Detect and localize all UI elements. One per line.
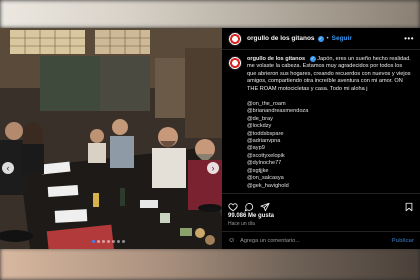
carousel-dot — [97, 240, 100, 243]
handle-link[interactable]: @on_the_roam — [247, 101, 411, 108]
bookmark-icon[interactable] — [404, 199, 414, 211]
handle-link[interactable]: @dylnoche77 — [247, 160, 411, 167]
separator-dot: • — [326, 35, 329, 42]
post-side-panel: orgullo de los gitanos ✓ • Seguir ••• or… — [222, 28, 420, 249]
share-icon[interactable] — [260, 199, 270, 211]
caption-body: orgullo de los gitanos ✓ Japón, eres un … — [247, 56, 411, 193]
handle-link[interactable]: @de_bray — [247, 116, 411, 123]
carousel-dot — [117, 240, 120, 243]
post-actions — [222, 193, 420, 213]
chevron-left-icon[interactable]: ‹ — [2, 162, 14, 174]
follow-button[interactable]: Seguir — [332, 35, 352, 42]
caption-area: orgullo de los gitanos ✓ Japón, eres un … — [222, 50, 420, 193]
handle-link[interactable]: @sgtjjke — [247, 168, 411, 175]
caption-line: me volaste la cabeza. Estamos muy agrade… — [247, 63, 403, 70]
comment-row: ☺ Publicar — [222, 231, 420, 249]
caption-line: THE ROAM motocicletas y casa. Todo mi al… — [247, 85, 368, 92]
handle-link[interactable]: @gek_havighold — [247, 183, 411, 190]
emoji-icon[interactable]: ☺ — [228, 237, 235, 244]
caption-line: Japón, eres un sueño hecho realidad. — [317, 56, 411, 62]
carousel-dot — [107, 240, 110, 243]
heart-icon[interactable] — [228, 199, 238, 211]
carousel-dot — [112, 240, 115, 243]
carousel-dot — [102, 240, 105, 243]
restaurant-group-photo — [0, 28, 222, 249]
backdrop-bottom — [0, 248, 420, 280]
handle-link[interactable]: @brianandreasmendoza — [247, 108, 411, 115]
tagged-handles: @on_the_roam @brianandreasmendoza @de_br… — [247, 101, 411, 190]
more-options-icon[interactable]: ••• — [404, 34, 414, 43]
caption-line: amigos, compartiendo otra increíble aven… — [247, 78, 403, 85]
handle-link[interactable]: @on_salcasya — [247, 175, 411, 182]
post-header: orgullo de los gitanos ✓ • Seguir ••• — [222, 28, 420, 50]
verified-badge-icon: ✓ — [309, 56, 316, 62]
carousel-dot — [92, 240, 95, 243]
avatar[interactable] — [228, 31, 242, 46]
comment-icon[interactable] — [244, 199, 254, 211]
post-modal: ‹ › orgullo de los gitanos ✓ • Seguir ••… — [0, 28, 420, 249]
carousel-dots — [92, 240, 125, 243]
comment-input[interactable] — [240, 237, 392, 244]
handle-link[interactable]: @lockdzy — [247, 123, 411, 130]
caption-username[interactable]: orgullo de los gitanos — [247, 56, 305, 62]
backdrop-top — [0, 0, 420, 28]
post-username[interactable]: orgullo de los gitanos — [247, 35, 315, 42]
caption-avatar[interactable] — [228, 56, 242, 70]
chevron-right-icon[interactable]: › — [207, 162, 219, 174]
publish-button[interactable]: Publicar — [392, 238, 414, 244]
handle-link[interactable]: @toddsbspare — [247, 131, 411, 138]
handle-link[interactable]: @adrianvpna — [247, 138, 411, 145]
post-timestamp: Hace un día — [228, 221, 255, 227]
verified-badge-icon: ✓ — [317, 35, 324, 42]
handle-link[interactable]: @scottyxelopik — [247, 153, 411, 160]
caption-line: que abrieron sus hogares, creando recuer… — [247, 70, 411, 77]
carousel-dot — [122, 240, 125, 243]
handle-link[interactable]: @ayp9 — [247, 145, 411, 152]
post-photo: ‹ › — [0, 28, 222, 249]
